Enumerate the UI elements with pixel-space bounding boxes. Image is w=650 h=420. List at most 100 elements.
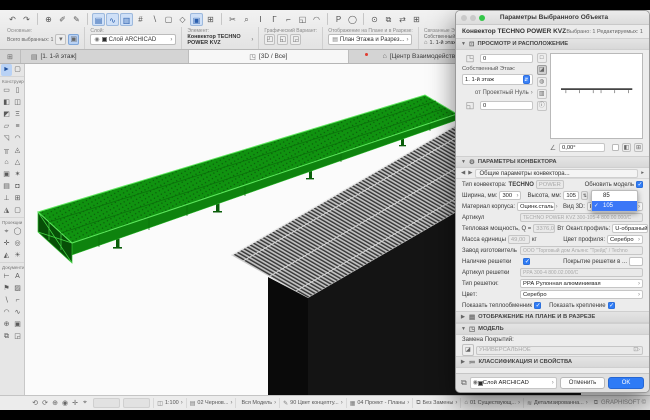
toolbar-icon[interactable] — [37, 13, 38, 25]
skylight-tool[interactable]: ◩ — [1, 109, 12, 121]
intersect-icon[interactable]: Γ — [268, 13, 281, 26]
layer-presets-icon[interactable]: ▥ — [120, 13, 133, 26]
dialog-titlebar[interactable]: Параметры Выбранного Объекта — [456, 11, 649, 25]
preview-3d-icon[interactable]: ◪ — [537, 65, 547, 75]
redo-icon[interactable]: ↷ — [20, 13, 33, 26]
preview-photo-icon[interactable]: ◍ — [537, 77, 547, 87]
beam-tool[interactable]: Ξ — [12, 109, 23, 121]
width-field[interactable]: 300 — [499, 191, 521, 200]
elevation-field[interactable]: 0 — [480, 54, 533, 63]
section-model[interactable]: ▼ ◳ МОДЕЛЬ — [456, 323, 649, 335]
coating-picker-icon[interactable]: ◪ — [462, 344, 474, 356]
snap-guides-icon[interactable]: ▢ — [162, 13, 175, 26]
active-tool-button[interactable]: ▣ — [68, 34, 79, 45]
go-option-3-button[interactable]: ◲ — [290, 34, 301, 45]
drawing-tool[interactable]: ⧉ — [1, 331, 12, 343]
close-icon[interactable] — [461, 15, 467, 21]
nav-icon[interactable]: ⟲ — [30, 399, 40, 407]
parameter-page-dropdown[interactable]: Общие параметры конвектора... — [475, 169, 638, 178]
offset-field[interactable]: 0 — [480, 101, 533, 110]
go-option-1-button[interactable]: ◰ — [264, 34, 275, 45]
fillet-icon[interactable]: ⌐ — [282, 13, 295, 26]
quick-option-dropdown[interactable]: ▤ 02 Чернов... › — [186, 398, 236, 408]
nav-expand-icon[interactable]: ▸ — [641, 170, 644, 176]
tab-floor-plan[interactable]: ▤[1. 1-й этаж] — [21, 50, 189, 63]
section-preview-position[interactable]: ▼ ⊡ ПРОСМОТР И РАСПОЛОЖЕНИЕ — [456, 38, 649, 50]
suspend-groups-icon[interactable]: ▣ — [190, 13, 203, 26]
material-field[interactable]: Оцинк.сталь — [517, 202, 555, 211]
curtain-wall-tool[interactable]: ▤ — [1, 181, 12, 193]
nav-icon[interactable]: ⊕ — [50, 399, 60, 407]
section-plan-display[interactable]: ▶ ▤ ОТОБРАЖЕНИЕ НА ПЛАНЕ И В РАЗРЕЗЕ — [456, 311, 649, 323]
home-story-value[interactable]: 1. 1-й этаж — [429, 40, 457, 46]
edge-profile-field[interactable]: U-образный — [612, 224, 648, 233]
truss-tool[interactable]: ◮ — [1, 205, 12, 217]
section-classification[interactable]: ▶ ≔ КЛАССИФИКАЦИЯ И СВОЙСТВА — [456, 356, 649, 368]
nav-icon[interactable]: ✛ — [70, 399, 80, 407]
hotspot-tool[interactable]: ⊕ — [1, 319, 12, 331]
morph-operations-icon[interactable]: ⊙ — [368, 13, 381, 26]
quick-option-dropdown[interactable]: ▦ 04 Проект - Планы › — [346, 398, 413, 408]
update-model-checkbox[interactable] — [636, 181, 643, 188]
opening-tool[interactable]: ◘ — [12, 181, 23, 193]
gravity-icon[interactable]: ⊞ — [204, 13, 217, 26]
zoom-icon[interactable] — [479, 15, 485, 21]
go-option-2-button[interactable]: ◱ — [277, 34, 288, 45]
elevation-tool[interactable]: ◯ — [12, 226, 23, 238]
profiles-icon[interactable]: ∿ — [106, 13, 119, 26]
slab-tool[interactable]: ▱ — [1, 121, 12, 133]
menu-item-105[interactable]: 105 — [592, 201, 637, 211]
split-icon[interactable]: ⌕ — [240, 13, 253, 26]
story-stepper[interactable]: ⇵ — [523, 75, 530, 84]
line-tool[interactable]: ∖ — [1, 295, 12, 307]
3d-document-tool[interactable]: ◎ — [12, 238, 23, 250]
figure-tool[interactable]: ▣ — [12, 319, 23, 331]
inject-parameters-icon[interactable]: ✐ — [56, 13, 69, 26]
spline-tool[interactable]: ∿ — [12, 307, 23, 319]
quick-option-dropdown[interactable]: ✎ 90 Цвет концепту... › — [279, 398, 346, 408]
grille-checkbox[interactable] — [523, 258, 530, 265]
stretch-icon[interactable]: ◠ — [310, 13, 323, 26]
toolbox-section-views[interactable]: Проекции — [0, 217, 24, 226]
nav-icon[interactable]: ◉ — [60, 399, 70, 407]
text-tool[interactable]: A — [12, 271, 23, 283]
profile-color-field[interactable]: Серебро — [607, 235, 643, 244]
quick-option-dropdown[interactable]: ≋ Детализированна... › — [523, 398, 591, 408]
grille-color-field[interactable]: Серебро — [520, 290, 643, 299]
toolbar-icon[interactable] — [363, 13, 364, 25]
interior-elevation-tool[interactable]: ✛ — [1, 238, 12, 250]
toolbar-icon[interactable] — [221, 13, 222, 25]
toolbox-section-construct[interactable]: Конструирование — [0, 76, 24, 85]
mep-tool[interactable]: ⊥ — [1, 193, 12, 205]
tab-start[interactable]: ⊞ — [0, 50, 21, 63]
stair-tool[interactable]: ≡ — [12, 121, 23, 133]
camera-tool[interactable]: ☀ — [12, 250, 23, 262]
section-tool[interactable]: ⌖ — [1, 226, 12, 238]
nav-icon[interactable]: ⌖ — [80, 399, 90, 407]
grille-type-field[interactable]: РРА Рулонная алюминиевая — [520, 279, 643, 288]
undo-icon[interactable]: ↶ — [6, 13, 19, 26]
layer-dropdown[interactable]: ◉ Слой ARCHICAD › — [90, 34, 176, 45]
polyline-tool[interactable]: ⌐ — [12, 295, 23, 307]
grille-coating-swatch[interactable] — [629, 257, 643, 266]
quick-option-dropdown[interactable]: ⧉ Без Замены › — [412, 398, 460, 408]
zone-tool[interactable]: ⌂ — [1, 157, 12, 169]
favorites-icon[interactable]: ▤ — [92, 13, 105, 26]
preview-section-view-icon[interactable]: ▥ — [537, 89, 547, 99]
minimize-icon[interactable] — [470, 15, 476, 21]
display-dropdown[interactable]: ▤ План Этажа и Разрез... › — [328, 34, 412, 45]
toolbar-icon[interactable] — [327, 13, 328, 25]
move-icon[interactable]: Ρ — [332, 13, 345, 26]
worksheet-tool[interactable]: ◭ — [1, 250, 12, 262]
lamp-tool[interactable]: ✶ — [12, 169, 23, 181]
more-construct-tool[interactable]: ▢ — [12, 205, 23, 217]
quick-option-dropdown[interactable]: ⌂ 01 Существующ... › — [460, 398, 523, 408]
distribute-icon[interactable]: ⊞ — [410, 13, 423, 26]
arc-tool[interactable]: ◠ — [1, 307, 12, 319]
height-field[interactable]: 105 — [563, 191, 579, 200]
resize-icon[interactable]: ◱ — [296, 13, 309, 26]
dialog-layer-dropdown[interactable]: ◉ Слой ARCHICAD — [470, 377, 557, 389]
door-tool[interactable]: ◧ — [1, 97, 12, 109]
pen-icon[interactable]: ✎ — [70, 13, 83, 26]
element-value[interactable]: Конвектор TECHNO POWER KVZ — [187, 34, 249, 46]
